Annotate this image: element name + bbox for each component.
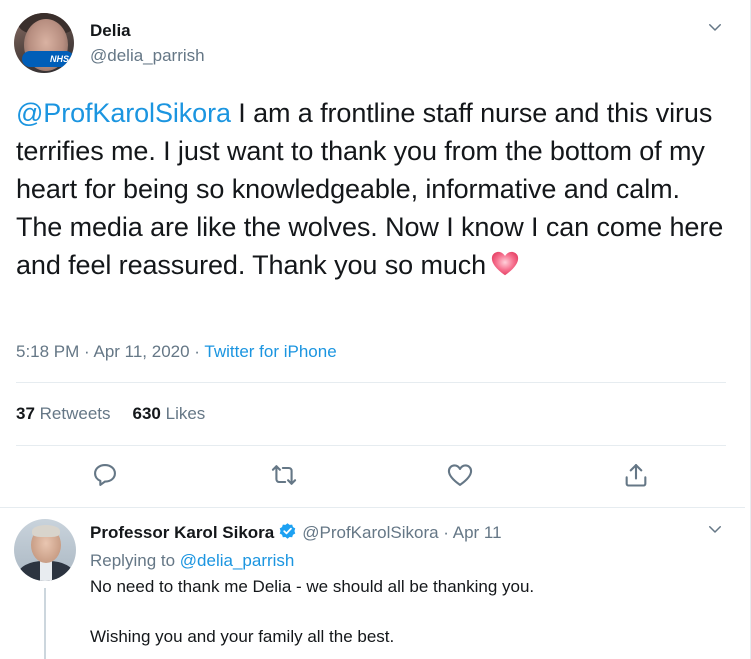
reply-text-line: Wishing you and your family all the best… bbox=[90, 627, 395, 646]
retweets-count: 37 bbox=[16, 404, 35, 423]
reply-date[interactable]: Apr 11 bbox=[453, 523, 502, 542]
retweets-stat[interactable]: 37 Retweets bbox=[16, 404, 111, 423]
tweet-date[interactable]: Apr 11, 2020 bbox=[93, 342, 189, 361]
nhs-badge: NHS bbox=[22, 51, 74, 67]
reply-author-name[interactable]: Professor Karol Sikora bbox=[90, 523, 274, 542]
meta-separator: · bbox=[79, 342, 94, 361]
chevron-down-icon[interactable] bbox=[706, 18, 724, 36]
tweet-stats: 37 Retweets 630 Likes bbox=[16, 404, 205, 424]
meta-separator: · bbox=[438, 523, 453, 542]
chevron-down-icon[interactable] bbox=[706, 520, 724, 538]
reply-icon[interactable] bbox=[91, 461, 119, 489]
avatar[interactable] bbox=[14, 519, 76, 581]
reply-header: Professor Karol Sikora @ProfKarolSikora ·… bbox=[90, 522, 502, 543]
likes-stat[interactable]: 630 Likes bbox=[133, 404, 206, 423]
replying-prefix: Replying to bbox=[90, 551, 180, 570]
avatar[interactable]: NHS bbox=[14, 13, 74, 73]
reply-text-line: No need to thank me Delia - we should al… bbox=[90, 577, 535, 596]
like-icon[interactable] bbox=[446, 461, 474, 489]
retweet-icon[interactable] bbox=[270, 461, 298, 489]
replying-to-link[interactable]: @delia_parrish bbox=[180, 551, 295, 570]
meta-separator: · bbox=[189, 342, 205, 361]
avatar-hair bbox=[32, 525, 60, 537]
replying-to: Replying to @delia_parrish bbox=[90, 551, 294, 571]
tweet-source-link[interactable]: Twitter for iPhone bbox=[204, 342, 336, 361]
author-name[interactable]: Delia bbox=[90, 21, 131, 41]
author-handle[interactable]: @delia_parrish bbox=[90, 46, 205, 66]
tweet-time[interactable]: 5:18 PM bbox=[16, 342, 79, 361]
heart-emoji-icon bbox=[490, 249, 520, 279]
tweet-meta: 5:18 PM · Apr 11, 2020 · Twitter for iPh… bbox=[16, 342, 337, 362]
tweet-text: @ProfKarolSikora I am a frontline staff … bbox=[16, 94, 731, 284]
likes-label: Likes bbox=[160, 404, 206, 423]
mention-link[interactable]: @ProfKarolSikora bbox=[16, 98, 231, 128]
divider bbox=[16, 445, 726, 446]
likes-count: 630 bbox=[132, 404, 161, 423]
avatar-shirt bbox=[40, 561, 52, 581]
main-tweet: NHS Delia @delia_parrish @ProfKarolSikor… bbox=[0, 0, 745, 508]
reply-author-handle[interactable]: @ProfKarolSikora bbox=[302, 523, 438, 542]
share-icon[interactable] bbox=[622, 461, 650, 489]
retweets-label: Retweets bbox=[34, 404, 111, 423]
verified-badge-icon bbox=[278, 522, 297, 541]
divider bbox=[16, 382, 726, 383]
tweet-detail-view: NHS Delia @delia_parrish @ProfKarolSikor… bbox=[0, 0, 751, 659]
thread-line bbox=[44, 588, 46, 659]
